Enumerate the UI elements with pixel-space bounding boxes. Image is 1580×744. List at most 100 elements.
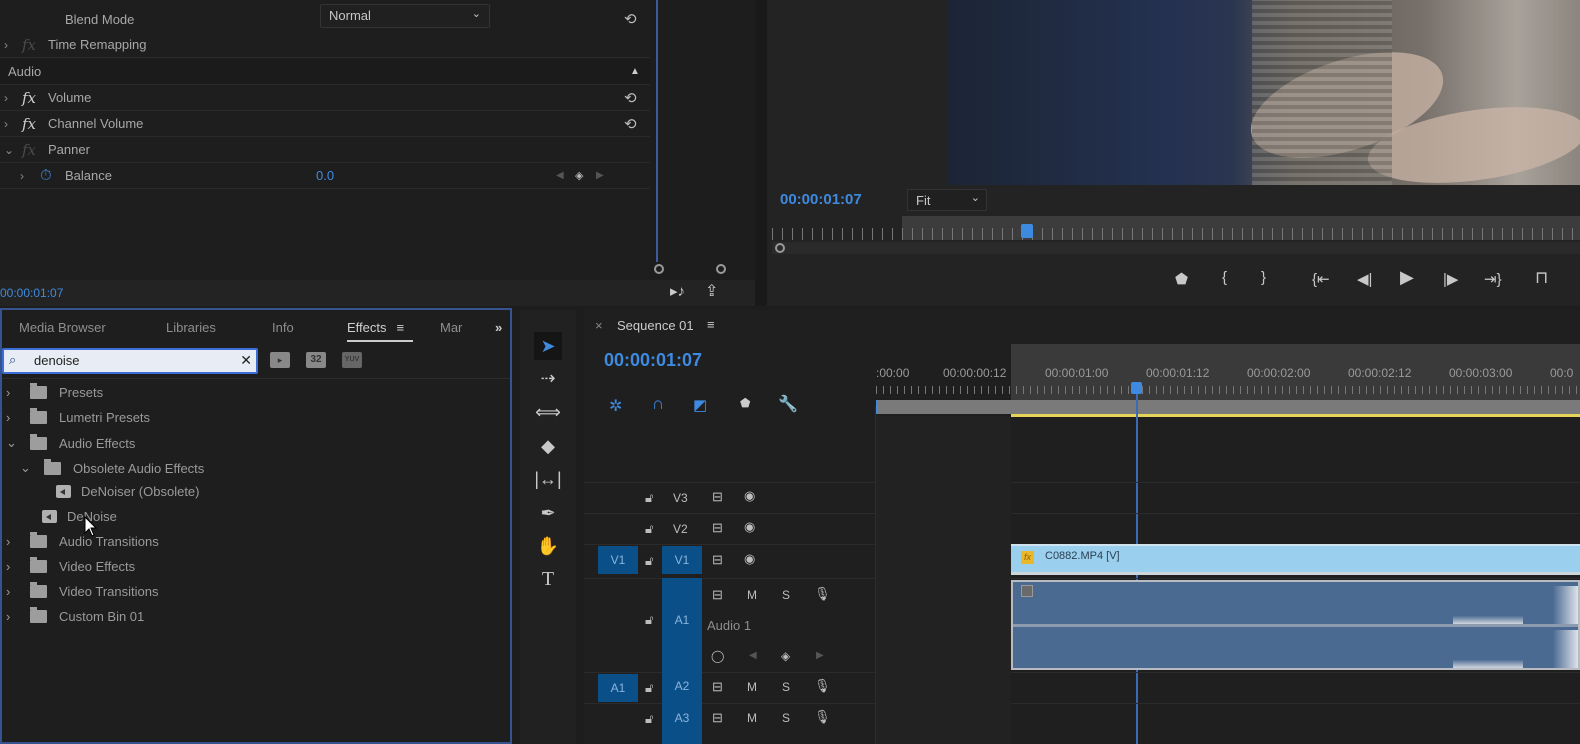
- reset-icon[interactable]: ⟲: [624, 10, 637, 28]
- close-icon[interactable]: ×: [595, 318, 603, 333]
- chevron-right-icon[interactable]: ›: [20, 169, 24, 183]
- fx-icon[interactable]: fx: [22, 36, 36, 54]
- accelerated-effects-filter-icon[interactable]: ▸: [270, 352, 290, 368]
- tab-info[interactable]: Info: [272, 320, 294, 335]
- sync-lock-icon[interactable]: ⊟: [712, 520, 723, 536]
- tab-effects[interactable]: Effects ≡: [347, 320, 413, 342]
- fx-icon[interactable]: fx: [22, 141, 36, 159]
- video-preview[interactable]: [947, 0, 1580, 185]
- track-target-v1[interactable]: V1: [662, 546, 702, 574]
- chevron-right-icon[interactable]: ›: [4, 117, 8, 131]
- eye-icon[interactable]: ◉: [744, 551, 755, 567]
- step-back-icon[interactable]: ◀|: [1357, 270, 1372, 288]
- tab-libraries[interactable]: Libraries: [166, 320, 216, 335]
- tree-item-video-effects[interactable]: › Video Effects: [6, 557, 135, 574]
- mark-out-icon[interactable]: }: [1261, 269, 1266, 286]
- razor-tool-icon[interactable]: ◆: [534, 432, 562, 460]
- lock-icon[interactable]: 🔓︎: [645, 553, 653, 569]
- sync-lock-icon[interactable]: ⊟: [712, 489, 723, 505]
- microphone-icon[interactable]: 🎙︎: [814, 586, 831, 602]
- pen-tool-icon[interactable]: ✒: [534, 499, 562, 527]
- mute-button[interactable]: M: [747, 711, 757, 725]
- chevron-down-icon[interactable]: ⌄: [4, 143, 14, 157]
- lock-icon[interactable]: 🔓︎: [645, 521, 653, 537]
- chevron-right-icon[interactable]: ›: [6, 410, 30, 425]
- program-timecode[interactable]: 00:00:01:07: [780, 191, 862, 208]
- microphone-icon[interactable]: 🎙︎: [814, 709, 831, 725]
- go-to-in-icon[interactable]: {⇤: [1312, 270, 1330, 288]
- track-target-a1[interactable]: A1: [662, 578, 702, 672]
- tree-item-denoiser-obsolete[interactable]: DeNoiser (Obsolete): [56, 484, 200, 499]
- track-label[interactable]: V3: [673, 491, 688, 505]
- prev-keyframe-icon[interactable]: ◀: [556, 170, 564, 181]
- fx-icon[interactable]: fx: [22, 115, 36, 133]
- timeline-timecode[interactable]: 00:00:01:07: [604, 350, 702, 371]
- selection-tool-icon[interactable]: ➤: [534, 332, 562, 360]
- tab-media-browser[interactable]: Media Browser: [19, 320, 106, 335]
- lock-icon[interactable]: 🔓︎: [645, 490, 653, 506]
- sync-lock-icon[interactable]: ⊟: [712, 679, 723, 695]
- timeline-ruler[interactable]: :00:00 00:00:00:12 00:00:01:00 00:00:01:…: [876, 348, 1580, 394]
- solo-button[interactable]: S: [782, 680, 790, 694]
- next-keyframe-icon[interactable]: ▶: [816, 650, 824, 661]
- nest-sequence-icon[interactable]: ✲: [609, 396, 622, 416]
- channel-volume-row[interactable]: › fx Channel Volume ⟲: [0, 111, 650, 137]
- clear-search-icon[interactable]: ✕: [240, 352, 252, 369]
- chevron-right-icon[interactable]: ›: [4, 38, 8, 52]
- reset-icon[interactable]: ⟲: [624, 89, 637, 107]
- add-keyframe-icon[interactable]: ◈: [575, 169, 583, 182]
- play-icon[interactable]: ▶: [1400, 267, 1414, 288]
- playhead-marker[interactable]: [1021, 224, 1033, 238]
- source-patch-a1[interactable]: A1: [598, 674, 638, 702]
- work-area-bar[interactable]: [1011, 414, 1580, 417]
- hamburger-menu-icon[interactable]: ≡: [707, 317, 715, 332]
- source-patch-v1[interactable]: V1: [598, 546, 638, 574]
- lock-icon[interactable]: 🔓︎: [645, 711, 653, 727]
- chevron-right-icon[interactable]: ›: [4, 91, 8, 105]
- effect-controls-timecode[interactable]: 00:00:01:07: [0, 286, 63, 300]
- play-audio-icon[interactable]: ▸♪: [670, 282, 685, 300]
- panner-row[interactable]: ⌄ fx Panner: [0, 137, 650, 163]
- tree-item-custom-bin-01[interactable]: › Custom Bin 01: [6, 607, 144, 624]
- tab-markers[interactable]: Mar: [440, 320, 462, 335]
- collapse-up-icon[interactable]: ▲: [630, 66, 640, 77]
- audio-clip[interactable]: [1011, 580, 1580, 670]
- zoom-handle-left[interactable]: [654, 264, 664, 274]
- tree-item-presets[interactable]: › Presets: [6, 383, 103, 400]
- timeline-zoom-bar[interactable]: [876, 400, 1580, 414]
- track-select-tool-icon[interactable]: ⇢: [534, 364, 562, 392]
- microphone-icon[interactable]: 🎙︎: [814, 678, 831, 694]
- stopwatch-icon[interactable]: ⏱: [40, 167, 52, 184]
- reset-icon[interactable]: ⟲: [624, 115, 637, 133]
- mark-in-icon[interactable]: {: [1222, 269, 1227, 286]
- hamburger-menu-icon[interactable]: ≡: [397, 320, 405, 335]
- type-tool-icon[interactable]: T: [534, 565, 562, 593]
- 32bit-filter-button[interactable]: 32: [306, 352, 326, 368]
- lock-icon[interactable]: 🔓︎: [645, 612, 653, 628]
- chevron-right-icon[interactable]: ›: [6, 609, 30, 624]
- chevron-right-icon[interactable]: ›: [6, 534, 30, 549]
- lift-icon[interactable]: ⊓: [1535, 268, 1548, 288]
- playhead-handle[interactable]: [1131, 382, 1142, 394]
- tree-item-obsolete-audio-effects[interactable]: ⌄ Obsolete Audio Effects: [20, 458, 204, 476]
- sync-lock-icon[interactable]: ⊟: [712, 552, 723, 568]
- track-target-a2[interactable]: A2: [662, 672, 702, 703]
- export-icon[interactable]: ⇪: [705, 281, 718, 301]
- sequence-tab[interactable]: Sequence 01: [617, 318, 694, 333]
- mute-button[interactable]: M: [747, 588, 757, 602]
- track-target-a3[interactable]: A3: [662, 703, 702, 744]
- program-zoom-scrollbar[interactable]: [772, 242, 1580, 254]
- zoom-handle-right[interactable]: [716, 264, 726, 274]
- video-clip[interactable]: fx C0882.MP4 [V]: [1011, 544, 1580, 575]
- add-marker-icon[interactable]: ⬟: [740, 396, 750, 410]
- tree-item-video-transitions[interactable]: › Video Transitions: [6, 582, 159, 599]
- hand-tool-icon[interactable]: ✋: [534, 532, 562, 560]
- chevron-right-icon[interactable]: ›: [6, 385, 30, 400]
- add-marker-icon[interactable]: ⬟: [1175, 270, 1188, 288]
- snap-magnet-icon[interactable]: ∩: [652, 394, 664, 414]
- sync-lock-icon[interactable]: ⊟: [712, 710, 723, 726]
- volume-row[interactable]: › fx Volume ⟲: [0, 85, 650, 111]
- next-keyframe-icon[interactable]: ▶: [596, 170, 604, 181]
- tree-item-audio-effects[interactable]: ⌄ Audio Effects: [6, 433, 135, 451]
- settings-wrench-icon[interactable]: 🔧: [778, 394, 798, 414]
